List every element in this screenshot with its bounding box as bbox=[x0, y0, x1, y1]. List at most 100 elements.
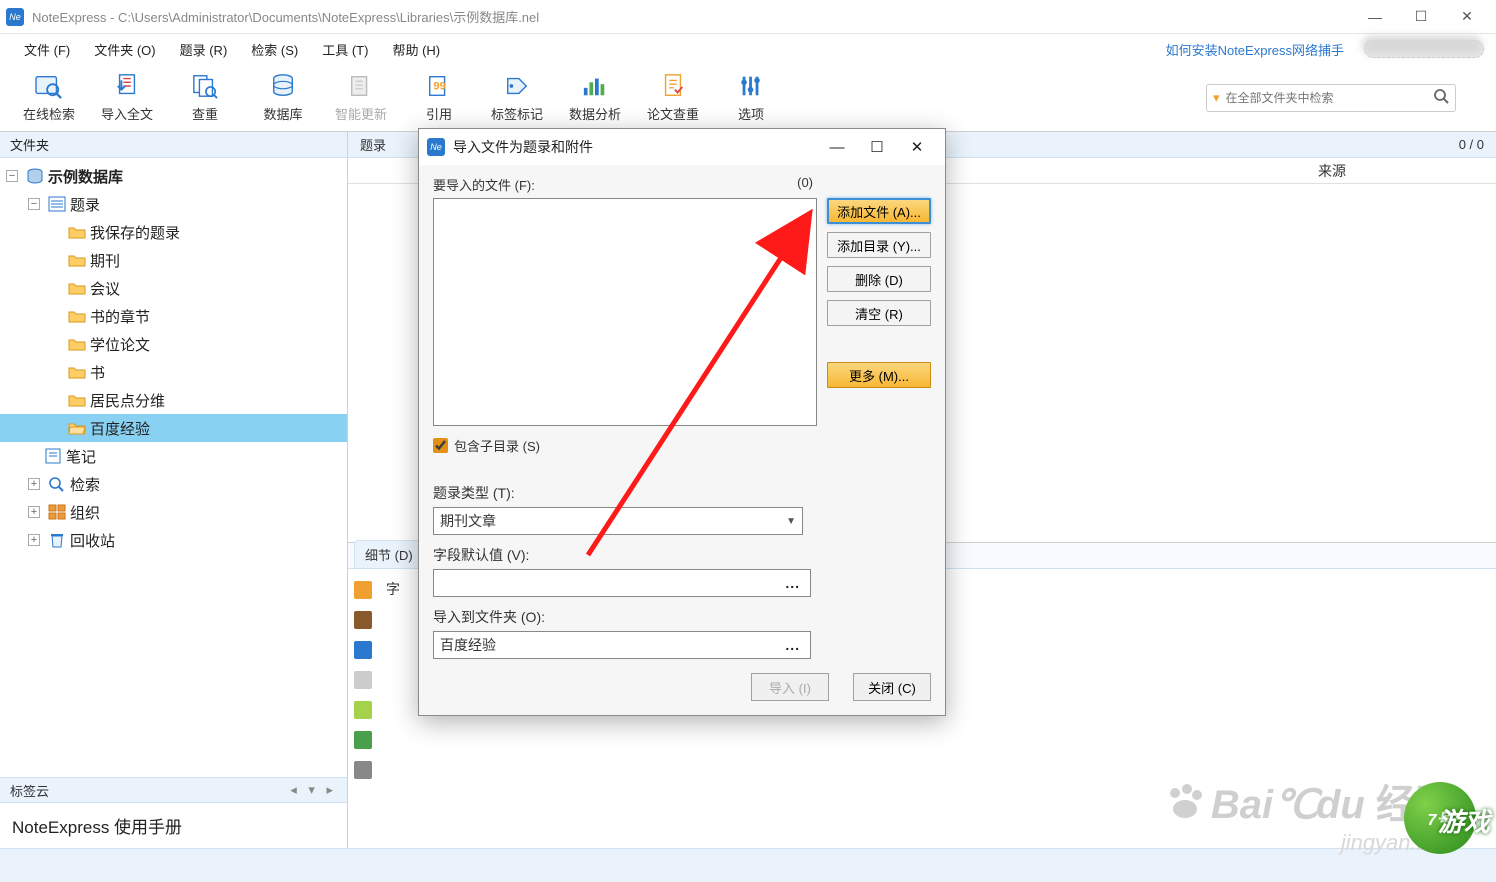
default-input[interactable]: ... bbox=[433, 569, 811, 597]
type-select[interactable]: 期刊文章 ▼ bbox=[433, 507, 803, 535]
toolbar-dedup[interactable]: 查重 bbox=[166, 68, 244, 128]
tree-item-baidu[interactable]: 百度经验 bbox=[0, 414, 347, 442]
menu-record[interactable]: 题录 (R) bbox=[168, 36, 240, 63]
folder-input[interactable]: 百度经验... bbox=[433, 631, 811, 659]
flow-icon[interactable] bbox=[354, 761, 372, 779]
folder-icon bbox=[68, 252, 86, 268]
search-input[interactable] bbox=[1226, 91, 1427, 105]
tree-root[interactable]: − 示例数据库 bbox=[0, 162, 347, 190]
brush-icon[interactable] bbox=[354, 701, 372, 719]
menu-tools[interactable]: 工具 (T) bbox=[310, 36, 380, 63]
tree-organize[interactable]: +组织 bbox=[0, 498, 347, 526]
detail-toolbar bbox=[348, 569, 378, 848]
menu-help[interactable]: 帮助 (H) bbox=[380, 36, 452, 63]
help-link[interactable]: 如何安装NoteExpress网络捕手 bbox=[1154, 36, 1356, 63]
dialog-minimize[interactable]: — bbox=[817, 133, 857, 161]
toolbar-paper-check[interactable]: 论文查重 bbox=[634, 68, 712, 128]
search-folder-icon bbox=[48, 476, 66, 492]
toolbar-import-fulltext[interactable]: 导入全文 bbox=[88, 68, 166, 128]
list-icon bbox=[48, 196, 66, 212]
type-label: 题录类型 (T): bbox=[433, 483, 931, 503]
minimize-button[interactable]: — bbox=[1352, 3, 1398, 31]
clear-button[interactable]: 清空 (R) bbox=[827, 300, 931, 326]
files-label: 要导入的文件 (F): bbox=[433, 175, 535, 194]
delete-button[interactable]: 删除 (D) bbox=[827, 266, 931, 292]
folder-label: 导入到文件夹 (O): bbox=[433, 607, 931, 627]
tree-item-chapter[interactable]: 书的章节 bbox=[0, 302, 347, 330]
toolbar-database[interactable]: 数据库 bbox=[244, 68, 322, 128]
tree-item-residence[interactable]: 居民点分维 bbox=[0, 386, 347, 414]
tagcloud-controls[interactable]: ◂ ▾ ▸ bbox=[290, 782, 337, 798]
folder-icon bbox=[68, 336, 86, 352]
toolbar-analysis[interactable]: 数据分析 bbox=[556, 68, 634, 128]
toolbar-tags[interactable]: 标签标记 bbox=[478, 68, 556, 128]
watermark-logo: 7号 游戏 bbox=[1404, 782, 1476, 854]
dialog-title: 导入文件为题录和附件 bbox=[453, 137, 817, 157]
online-search-icon bbox=[33, 72, 65, 100]
tagcloud-body[interactable]: NoteExpress 使用手册 bbox=[0, 803, 347, 848]
dropdown-caret-icon[interactable]: ▾ bbox=[1213, 90, 1220, 106]
maximize-button[interactable]: ☐ bbox=[1398, 3, 1444, 31]
toggle-icon[interactable]: + bbox=[28, 506, 40, 518]
cite-icon: 99 bbox=[423, 72, 455, 100]
toggle-icon[interactable]: − bbox=[6, 170, 18, 182]
file-list[interactable] bbox=[433, 198, 817, 426]
subdir-checkbox[interactable] bbox=[433, 438, 448, 453]
search-icon[interactable] bbox=[1433, 88, 1449, 107]
grid-icon[interactable] bbox=[354, 641, 372, 659]
tree-item-conference[interactable]: 会议 bbox=[0, 274, 347, 302]
doc-icon[interactable] bbox=[354, 671, 372, 689]
dialog-maximize[interactable]: ☐ bbox=[857, 133, 897, 161]
tree-search[interactable]: +检索 bbox=[0, 470, 347, 498]
tree-item-saved[interactable]: 我保存的题录 bbox=[0, 218, 347, 246]
blur-overlay bbox=[1362, 36, 1482, 54]
import-icon bbox=[111, 72, 143, 100]
browse-icon[interactable]: ... bbox=[781, 637, 804, 653]
tree-trash[interactable]: +回收站 bbox=[0, 526, 347, 554]
toggle-icon[interactable]: − bbox=[28, 198, 40, 210]
folder-tree: − 示例数据库 − 题录 我保存的题录 期刊 会议 书的章节 学位论文 书 居民… bbox=[0, 158, 347, 777]
menu-folder[interactable]: 文件夹 (O) bbox=[82, 36, 167, 63]
toggle-icon[interactable]: + bbox=[28, 534, 40, 546]
sidebar: 文件夹 − 示例数据库 − 题录 我保存的题录 期刊 会议 书的章节 学位论文 … bbox=[0, 132, 348, 848]
options-icon bbox=[735, 72, 767, 100]
import-button[interactable]: 导入 (I) bbox=[751, 673, 829, 701]
dialog-icon: Ne bbox=[427, 138, 445, 156]
books-icon[interactable] bbox=[354, 611, 372, 629]
tags-icon bbox=[501, 72, 533, 100]
subdir-label[interactable]: 包含子目录 (S) bbox=[454, 436, 540, 455]
search-box[interactable]: ▾ bbox=[1206, 84, 1456, 112]
tree-tilu[interactable]: − 题录 bbox=[0, 190, 347, 218]
database-icon bbox=[26, 168, 44, 184]
tree-item-book[interactable]: 书 bbox=[0, 358, 347, 386]
record-count: 0 / 0 bbox=[1459, 137, 1484, 152]
toggle-icon[interactable]: + bbox=[28, 478, 40, 490]
lock-icon[interactable] bbox=[354, 581, 372, 599]
menu-search[interactable]: 检索 (S) bbox=[239, 36, 310, 63]
add-file-button[interactable]: 添加文件 (A)... bbox=[827, 198, 931, 224]
add-dir-button[interactable]: 添加目录 (Y)... bbox=[827, 232, 931, 258]
toolbar-options[interactable]: 选项 bbox=[712, 68, 790, 128]
browse-icon[interactable]: ... bbox=[781, 575, 804, 591]
close-dialog-button[interactable]: 关闭 (C) bbox=[853, 673, 931, 701]
tab-detail[interactable]: 细节 (D) bbox=[354, 540, 424, 568]
trash-icon bbox=[48, 532, 66, 548]
folder-open-icon bbox=[68, 420, 86, 436]
toolbar-online-search[interactable]: 在线检索 bbox=[10, 68, 88, 128]
col-source[interactable]: 来源 bbox=[1318, 161, 1346, 181]
tree-item-thesis[interactable]: 学位论文 bbox=[0, 330, 347, 358]
close-button[interactable]: ✕ bbox=[1444, 3, 1490, 31]
tree-item-journal[interactable]: 期刊 bbox=[0, 246, 347, 274]
dialog-close[interactable]: ✕ bbox=[897, 133, 937, 161]
paper-check-icon bbox=[657, 72, 689, 100]
titlebar: Ne NoteExpress - C:\Users\Administrator\… bbox=[0, 0, 1496, 34]
menu-file[interactable]: 文件 (F) bbox=[12, 36, 82, 63]
recycle-icon[interactable] bbox=[354, 731, 372, 749]
folder-icon bbox=[68, 364, 86, 380]
toolbar-cite[interactable]: 99 引用 bbox=[400, 68, 478, 128]
tree-notes[interactable]: 笔记 bbox=[0, 442, 347, 470]
analysis-icon bbox=[579, 72, 611, 100]
app-icon: Ne bbox=[6, 8, 24, 26]
more-button[interactable]: 更多 (M)... bbox=[827, 362, 931, 388]
folder-icon bbox=[68, 280, 86, 296]
